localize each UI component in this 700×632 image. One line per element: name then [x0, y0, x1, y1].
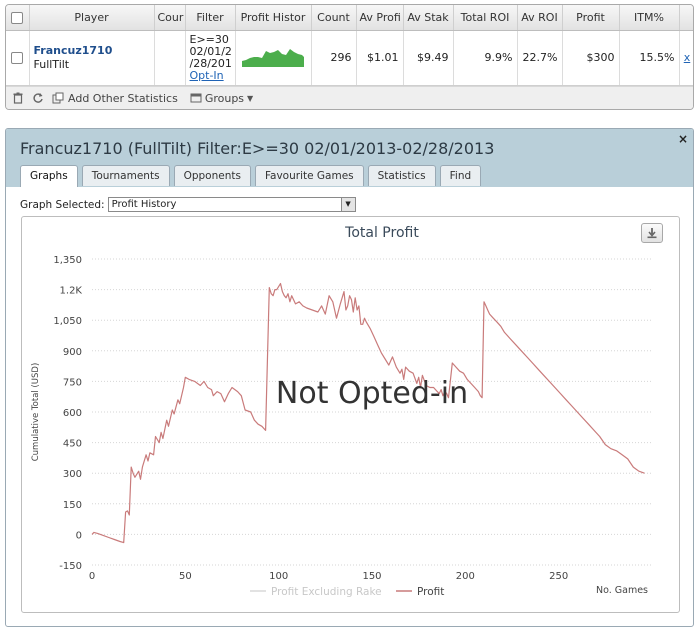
- y-tick-label: 450: [63, 439, 82, 450]
- legend-label-profit: Profit: [417, 586, 444, 598]
- tab-favourite-games[interactable]: Favourite Games: [254, 165, 364, 186]
- add-stats-icon: [52, 92, 64, 104]
- itm-cell: 15.5%: [619, 30, 680, 86]
- y-tick-label: 0: [76, 530, 82, 541]
- close-icon[interactable]: ×: [678, 132, 688, 146]
- col-header-remove: [679, 5, 693, 31]
- profit-cell: $300: [562, 30, 620, 86]
- player-profile-window: Francuz1710 (FullTilt) Filter:E>=30 02/0…: [5, 128, 694, 627]
- player-site: FullTilt: [33, 58, 70, 71]
- x-tick-label: 150: [362, 571, 381, 582]
- graph-select-row: Graph Selected: Profit History ▼: [20, 197, 356, 212]
- col-header-player[interactable]: Player: [29, 5, 155, 31]
- filter-line: 02/01/2: [189, 44, 232, 58]
- remove-cell: x: [679, 30, 693, 86]
- x-tick-label: 250: [549, 571, 568, 582]
- y-tick-label: 600: [63, 408, 82, 419]
- av-stake-cell: $9.49: [403, 30, 454, 86]
- x-tick-label: 200: [456, 571, 475, 582]
- col-header-course[interactable]: Cour: [154, 5, 186, 31]
- total-profit-chart: Total Profit -150 0 150 300 450 600 750 900 1,050…: [31, 225, 652, 598]
- chart-title: Total Profit: [344, 225, 419, 241]
- col-header-profit-history[interactable]: Profit Histor: [235, 5, 312, 31]
- table-header-row: Player Cour Filter Profit Histor Count A…: [6, 5, 693, 31]
- tab-find[interactable]: Find: [439, 165, 482, 186]
- y-tick-label: 1,350: [53, 255, 82, 266]
- refresh-icon[interactable]: [32, 92, 44, 104]
- graph-select-dropdown[interactable]: Profit History ▼: [107, 197, 356, 212]
- y-tick-label: 900: [63, 347, 82, 358]
- tab-opponents[interactable]: Opponents: [173, 165, 251, 186]
- col-header-av-roi[interactable]: Av ROI: [517, 5, 563, 31]
- statistics-toolbar: Add Other Statistics Groups ▼: [6, 85, 693, 109]
- col-header-filter[interactable]: Filter: [185, 5, 236, 31]
- player-name-link[interactable]: Francuz1710: [34, 44, 150, 57]
- tab-statistics[interactable]: Statistics: [367, 165, 436, 186]
- y-tick-label: -150: [59, 561, 82, 572]
- row-checkbox[interactable]: [6, 30, 30, 86]
- table-row: Francuz1710 FullTilt E>=30 02/01/2 /28/2…: [6, 30, 693, 86]
- window-title: Francuz1710 (FullTilt) Filter:E>=30 02/0…: [20, 139, 495, 158]
- av-roi-cell: 22.7%: [517, 30, 563, 86]
- y-tick-label: 750: [63, 377, 82, 388]
- x-tick-label: 100: [269, 571, 288, 582]
- chart-container: Total Profit -150 0 150 300 450 600 750 900 1,050…: [21, 216, 680, 613]
- profit-history-sparkline: [235, 30, 312, 86]
- y-tick-label: 1.2K: [60, 286, 83, 297]
- tab-graphs[interactable]: Graphs: [20, 165, 78, 187]
- y-tick-label: 1,050: [53, 316, 82, 327]
- y-tick-label: 300: [63, 469, 82, 480]
- add-other-statistics-label: Add Other Statistics: [68, 91, 178, 105]
- player-cell: Francuz1710 FullTilt: [29, 30, 155, 86]
- download-icon: [646, 227, 658, 239]
- course-cell: [154, 30, 186, 86]
- x-tick-label: 0: [89, 571, 95, 582]
- trash-icon[interactable]: [12, 92, 24, 104]
- av-profit-cell: $1.01: [356, 30, 404, 86]
- dropdown-arrow-icon: ▼: [340, 198, 355, 211]
- y-axis-label: Cumulative Total (USD): [31, 363, 41, 462]
- statistics-table: Player Cour Filter Profit Histor Count A…: [6, 5, 693, 86]
- col-header-total-roi[interactable]: Total ROI: [453, 5, 518, 31]
- select-all-checkbox[interactable]: [6, 5, 30, 31]
- x-tick-label: 50: [179, 571, 192, 582]
- total-roi-cell: 9.9%: [453, 30, 518, 86]
- filter-cell: E>=30 02/01/2 /28/201 Opt-In: [185, 30, 236, 86]
- groups-button[interactable]: Groups ▼: [190, 92, 253, 105]
- chevron-down-icon: ▼: [247, 93, 254, 103]
- statistics-panel: Player Cour Filter Profit Histor Count A…: [5, 4, 694, 110]
- col-header-av-profit[interactable]: Av Profi: [356, 5, 404, 31]
- download-button[interactable]: [641, 223, 663, 243]
- opt-in-link[interactable]: Opt-In: [190, 69, 231, 82]
- count-cell: 296: [311, 30, 357, 86]
- col-header-profit[interactable]: Profit: [562, 5, 620, 31]
- x-axis-label: No. Games: [596, 585, 648, 596]
- tab-tournaments[interactable]: Tournaments: [81, 165, 170, 186]
- graph-select-label: Graph Selected:: [20, 198, 105, 211]
- remove-row-link[interactable]: x: [684, 51, 691, 64]
- filter-line: /28/201: [189, 56, 232, 70]
- sparkline-chart: [241, 49, 304, 67]
- y-tick-label: 150: [63, 500, 82, 511]
- col-header-itm[interactable]: ITM%: [619, 5, 680, 31]
- legend-label-profit-excluding-rake: Profit Excluding Rake: [271, 586, 382, 598]
- col-header-count[interactable]: Count: [311, 5, 357, 31]
- groups-icon: [190, 92, 202, 104]
- not-opted-in-overlay: Not Opted-in: [276, 376, 468, 411]
- col-header-av-stake[interactable]: Av Stak: [403, 5, 454, 31]
- graph-select-value: Profit History: [111, 199, 177, 210]
- groups-label: Groups: [204, 91, 245, 105]
- add-other-statistics-button[interactable]: Add Other Statistics: [52, 92, 178, 105]
- window-header: Francuz1710 (FullTilt) Filter:E>=30 02/0…: [6, 129, 693, 187]
- filter-line: E>=30: [189, 32, 229, 46]
- tab-bar: Graphs Tournaments Opponents Favourite G…: [20, 165, 482, 187]
